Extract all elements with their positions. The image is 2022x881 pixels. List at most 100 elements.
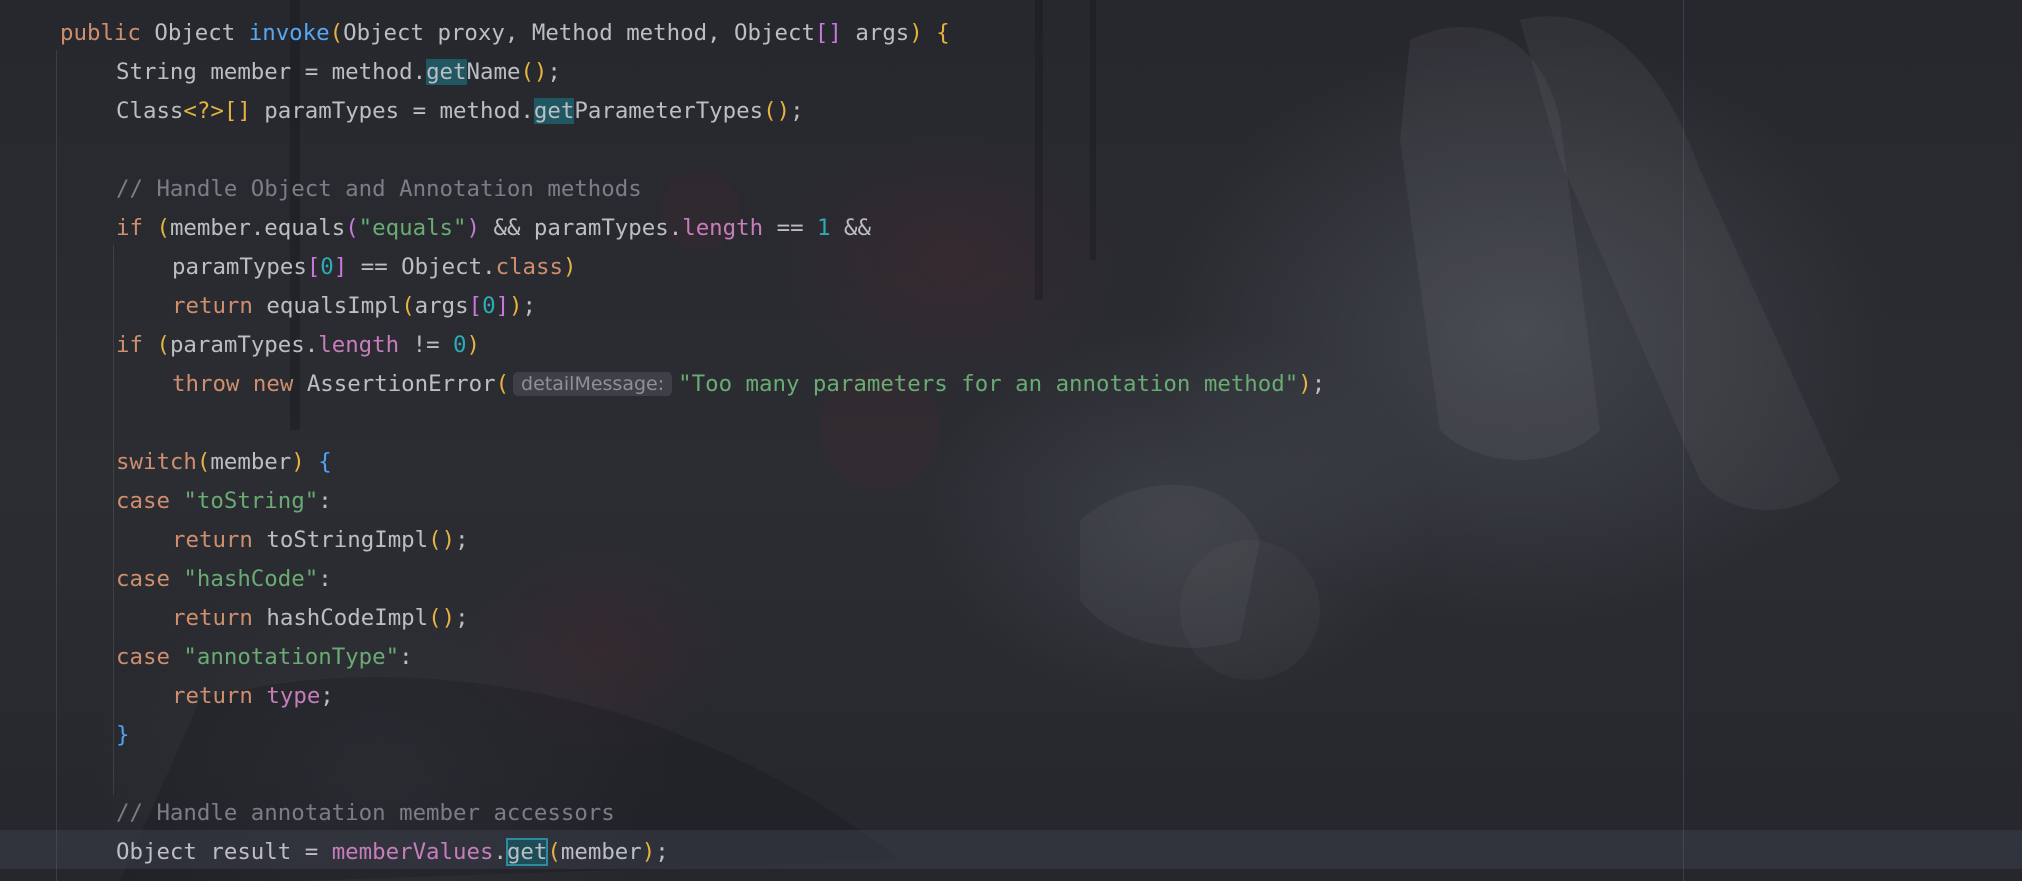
code-token: paramTypes = method.	[250, 97, 534, 124]
code-token: {	[318, 448, 332, 475]
code-line[interactable]: switch(member) {	[116, 443, 332, 482]
code-line[interactable]: return equalsImpl(args[0]);	[172, 287, 536, 326]
code-line[interactable]: return hashCodeImpl();	[172, 599, 469, 638]
indent-guide	[113, 245, 114, 795]
code-token: return	[172, 604, 253, 631]
code-line[interactable]: return toStringImpl();	[172, 521, 469, 560]
code-token: }	[116, 721, 130, 748]
code-token: ;	[522, 292, 537, 319]
code-line[interactable]: String member = method.getName();	[116, 53, 561, 92]
code-token: ;	[547, 58, 561, 85]
code-token: (	[345, 214, 359, 241]
code-line[interactable]: throw new AssertionError(detailMessage: "…	[172, 365, 1325, 404]
code-token: Object	[140, 19, 249, 46]
code-token: (	[547, 838, 561, 865]
code-token: )	[562, 253, 577, 280]
code-token: "annotationType"	[183, 643, 400, 670]
code-token: )	[509, 292, 523, 319]
code-token: memberValues	[331, 838, 494, 865]
right-margin-guide	[1683, 0, 1684, 881]
code-token: invoke	[248, 19, 330, 46]
code-line[interactable]: // Handle Object and Annotation methods	[116, 170, 642, 209]
code-token: 0	[482, 292, 496, 319]
code-token: && paramTypes.	[480, 214, 683, 241]
code-token: "equals"	[358, 214, 467, 241]
code-token: throw	[172, 370, 240, 397]
highlighted-usage: get	[533, 97, 575, 124]
code-line[interactable]: paramTypes[0] == Object.class)	[172, 248, 576, 287]
code-token: type	[266, 682, 321, 709]
code-line[interactable]: case "hashCode":	[116, 560, 332, 599]
code-line[interactable]: // Handle annotation member accessors	[116, 794, 615, 833]
code-line[interactable]: Class<?>[] paramTypes = method.getParame…	[116, 92, 804, 131]
code-token: ;	[320, 682, 334, 709]
code-token: )	[291, 448, 305, 475]
code-token: )	[466, 331, 481, 358]
code-token: ()	[428, 526, 456, 553]
code-token: (	[156, 214, 170, 241]
code-line[interactable]: if (member.equals("equals") && paramType…	[116, 209, 871, 248]
code-line[interactable]: Object result = memberValues.get(member)…	[116, 833, 669, 872]
highlighted-usage: get	[505, 837, 549, 866]
code-token: ParameterTypes	[574, 97, 764, 124]
code-token: hashCodeImpl	[252, 604, 429, 631]
code-token: return	[172, 682, 253, 709]
background-artwork	[120, 0, 1840, 881]
code-line[interactable]: return type;	[172, 677, 334, 716]
code-token: ()	[520, 58, 548, 85]
code-token: (	[196, 448, 211, 475]
code-line[interactable]: case "annotationType":	[116, 638, 413, 677]
code-token: AssertionError	[293, 370, 496, 397]
code-token: 0	[320, 253, 334, 280]
code-token: if	[116, 214, 143, 241]
code-line[interactable]: case "toString":	[116, 482, 332, 521]
code-token: ;	[655, 838, 669, 865]
code-token: (	[156, 331, 170, 358]
code-token: &&	[830, 214, 871, 241]
indent-guide	[56, 50, 57, 881]
code-token: ;	[455, 526, 469, 553]
code-token: args	[841, 19, 910, 46]
code-token: []	[814, 19, 842, 46]
code-token: )	[1298, 370, 1312, 397]
code-token: // Handle Object and Annotation methods	[116, 175, 642, 202]
code-token: case	[116, 565, 170, 592]
code-token: (	[329, 19, 344, 46]
code-token: ;	[790, 97, 804, 124]
code-token: 0	[453, 331, 467, 358]
code-line[interactable]: if (paramTypes.length != 0)	[116, 326, 480, 365]
code-token: :	[318, 565, 332, 592]
code-line[interactable]: public Object invoke(Object proxy, Metho…	[60, 14, 950, 53]
code-token: )	[641, 838, 656, 865]
code-line[interactable]: }	[116, 716, 129, 755]
code-token: [	[306, 253, 321, 280]
code-token: ;	[455, 604, 469, 631]
code-token: case	[116, 487, 170, 514]
code-token: new	[252, 370, 294, 397]
code-token: ;	[1311, 370, 1326, 397]
highlighted-usage: get	[426, 58, 467, 85]
code-editor[interactable]: public Object invoke(Object proxy, Metho…	[0, 0, 2022, 881]
code-token: [	[468, 292, 483, 319]
code-token: if	[116, 331, 143, 358]
code-token: ()	[763, 97, 791, 124]
code-token: class	[495, 253, 563, 280]
code-token: paramTypes	[172, 253, 307, 280]
code-token: {	[936, 19, 950, 46]
code-token: args	[414, 292, 469, 319]
code-token: []	[223, 97, 251, 124]
code-token: !=	[399, 331, 454, 358]
code-token: <?>	[183, 97, 224, 124]
code-token: equalsImpl	[252, 292, 402, 319]
code-token: Class	[116, 97, 184, 124]
code-token: Object result =	[116, 838, 332, 865]
code-token: toStringImpl	[252, 526, 429, 553]
code-token: length	[682, 214, 764, 241]
code-token: public	[60, 19, 141, 46]
code-token: // Handle annotation member accessors	[116, 799, 615, 826]
